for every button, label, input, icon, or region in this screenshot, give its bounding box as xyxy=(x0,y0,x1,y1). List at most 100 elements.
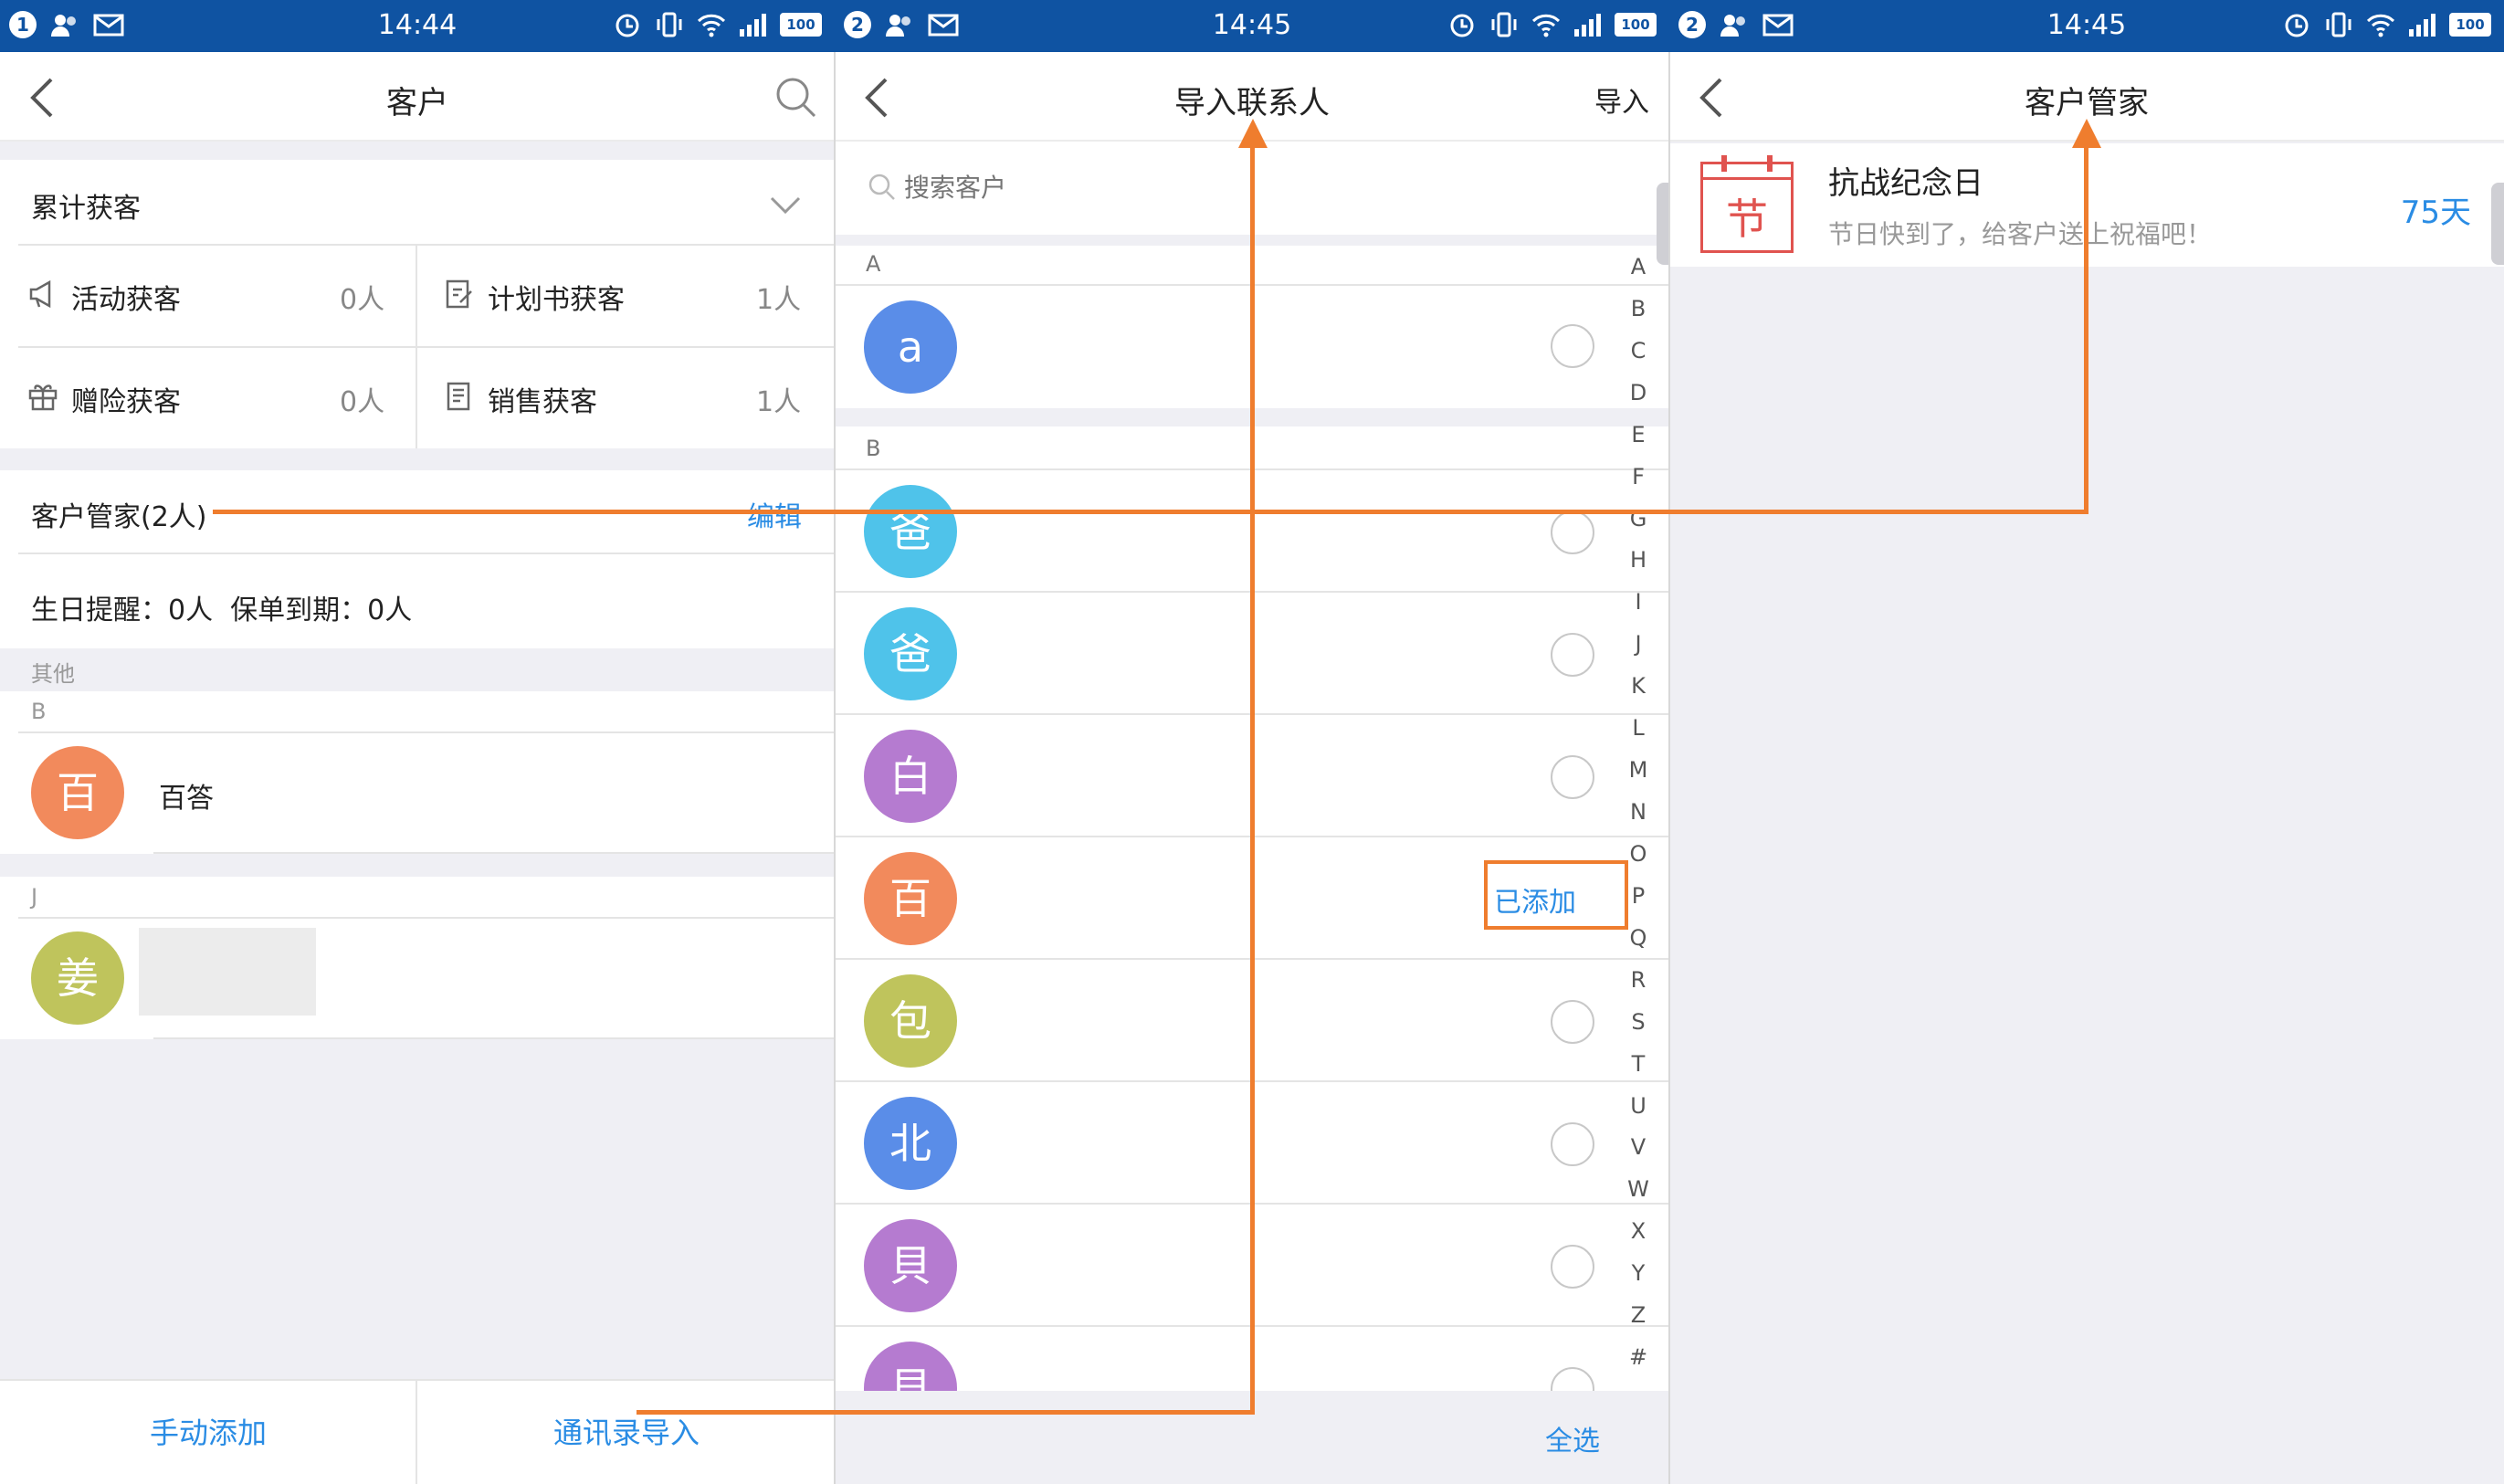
index-letter[interactable]: K xyxy=(1620,673,1657,699)
index-letter[interactable]: Y xyxy=(1620,1260,1657,1286)
index-letter[interactable]: S xyxy=(1620,1009,1657,1035)
redacted-name xyxy=(139,928,316,1016)
page-title: 导入联系人 xyxy=(1174,85,1330,121)
select-radio[interactable] xyxy=(1551,1122,1594,1166)
index-letter[interactable]: M xyxy=(1620,757,1657,783)
index-letter[interactable]: C xyxy=(1620,338,1657,363)
index-letter[interactable]: P xyxy=(1620,883,1657,909)
index-letter[interactable]: X xyxy=(1620,1218,1657,1244)
wifi-icon xyxy=(2366,14,2395,37)
import-contacts-button[interactable]: 通讯录导入 xyxy=(418,1410,835,1452)
chevron-down-icon[interactable] xyxy=(769,195,802,216)
holiday-char: 节 xyxy=(1726,195,1768,244)
status-bar: 1 14:44 100 xyxy=(0,0,835,52)
edit-button[interactable]: 编辑 xyxy=(747,494,802,534)
stat-label: 赠险获客 xyxy=(71,386,181,418)
stat-value: 1人 xyxy=(756,386,802,418)
list-item[interactable]: J 姜 xyxy=(0,877,835,1039)
import-button[interactable]: 导入 xyxy=(1594,79,1649,120)
index-letter[interactable]: D xyxy=(1620,380,1657,405)
select-radio[interactable] xyxy=(1551,510,1594,554)
manager-card: 客户管家(2人) 编辑 生日提醒：0人 保单到期：0人 xyxy=(0,470,835,648)
days-remaining: 75天 xyxy=(2400,195,2471,231)
megaphone-icon xyxy=(29,279,51,309)
annotation-arrow xyxy=(213,510,2088,514)
panel-divider xyxy=(1668,52,1670,1484)
edit-doc-icon xyxy=(446,279,472,309)
vibrate-icon xyxy=(2326,12,2351,37)
index-letter[interactable]: O xyxy=(1620,841,1657,867)
index-letter[interactable]: U xyxy=(1620,1093,1657,1119)
index-letter[interactable]: # xyxy=(1620,1344,1657,1370)
battery-icon: 100 xyxy=(780,13,822,37)
customer-screen: 1 14:44 100 客户 累计获客 活动获客 0人 计划书获客 1人 赠险获… xyxy=(0,0,835,1484)
section-letter: A xyxy=(866,251,881,277)
select-radio[interactable] xyxy=(1551,1367,1594,1391)
search-icon xyxy=(868,174,895,200)
index-letter[interactable]: Q xyxy=(1620,925,1657,951)
index-letter[interactable]: Z xyxy=(1620,1302,1657,1328)
select-radio[interactable] xyxy=(1551,1245,1594,1289)
index-letter[interactable]: F xyxy=(1620,464,1657,489)
search-input[interactable] xyxy=(904,165,1616,209)
alphabet-index[interactable]: A B C D E F G H I J K L M N O P Q R S T U V W X Y Z # xyxy=(1620,254,1660,1386)
avatar: 包 xyxy=(864,974,957,1068)
battery-icon: 100 xyxy=(2449,13,2491,37)
wifi-icon xyxy=(697,14,726,37)
index-letter[interactable]: I xyxy=(1620,589,1657,615)
select-radio[interactable] xyxy=(1551,324,1594,368)
stat-value: 0人 xyxy=(340,386,385,418)
avatar: 北 xyxy=(864,1097,957,1190)
select-radio[interactable] xyxy=(1551,1000,1594,1044)
index-letter[interactable]: W xyxy=(1620,1176,1657,1202)
page-title: 客户 xyxy=(386,85,448,121)
bottom-bar: 手动添加 通讯录导入 xyxy=(0,1379,835,1484)
alarm-icon xyxy=(615,14,639,37)
battery-icon: 100 xyxy=(1615,13,1657,37)
alarm-icon xyxy=(1450,14,1474,37)
signal-icon xyxy=(1574,14,1601,37)
vibrate-icon xyxy=(1491,12,1517,37)
gift-icon xyxy=(28,384,58,411)
stat-label: 活动获客 xyxy=(71,284,181,316)
select-radio[interactable] xyxy=(1551,755,1594,799)
stat-value: 1人 xyxy=(756,284,802,316)
avatar: 貝 xyxy=(864,1342,957,1391)
search-icon[interactable] xyxy=(773,74,818,120)
holiday-icon: 节 xyxy=(1700,155,1794,253)
avatar: 爸 xyxy=(864,607,957,700)
group-letter: J xyxy=(31,884,38,910)
customer-name: 百答 xyxy=(159,783,214,815)
select-radio[interactable] xyxy=(1551,633,1594,677)
index-letter[interactable]: R xyxy=(1620,967,1657,993)
manager-label[interactable]: 客户管家(2人) xyxy=(31,494,207,534)
scrollbar[interactable] xyxy=(2491,183,2504,265)
select-all-button[interactable]: 全选 xyxy=(1545,1418,1600,1458)
cumulative-card: 累计获客 活动获客 0人 计划书获客 1人 赠险获客 0人 销售获客 1人 xyxy=(0,160,835,448)
index-letter[interactable]: L xyxy=(1620,715,1657,741)
index-letter[interactable]: H xyxy=(1620,547,1657,573)
section-header-other: 其他 xyxy=(31,661,75,687)
scrollbar[interactable] xyxy=(1657,183,1669,265)
signal-icon xyxy=(740,14,766,37)
manual-add-button[interactable]: 手动添加 xyxy=(0,1410,416,1452)
added-label: 已添加 xyxy=(1494,887,1576,919)
nav-bar: 客户 xyxy=(0,52,835,142)
stat-label: 计划书获客 xyxy=(488,284,625,316)
status-bar: 2 14:45 100 xyxy=(1669,0,2504,52)
vibrate-icon xyxy=(657,12,682,37)
stat-value: 0人 xyxy=(340,284,385,316)
index-letter[interactable]: A xyxy=(1620,254,1657,279)
arrow-head-icon xyxy=(2072,119,2101,148)
index-letter[interactable]: T xyxy=(1620,1051,1657,1077)
index-letter[interactable]: N xyxy=(1620,799,1657,825)
index-letter[interactable]: V xyxy=(1620,1134,1657,1160)
cumulative-label: 累计获客 xyxy=(31,193,141,225)
reminder-title: 抗战纪念日 xyxy=(1828,165,1983,202)
index-letter[interactable]: E xyxy=(1620,422,1657,447)
document-icon xyxy=(447,382,470,411)
list-item[interactable]: B 百 百答 xyxy=(0,691,835,854)
index-letter[interactable]: J xyxy=(1620,631,1657,657)
index-letter[interactable]: B xyxy=(1620,296,1657,321)
group-letter: B xyxy=(31,699,47,724)
